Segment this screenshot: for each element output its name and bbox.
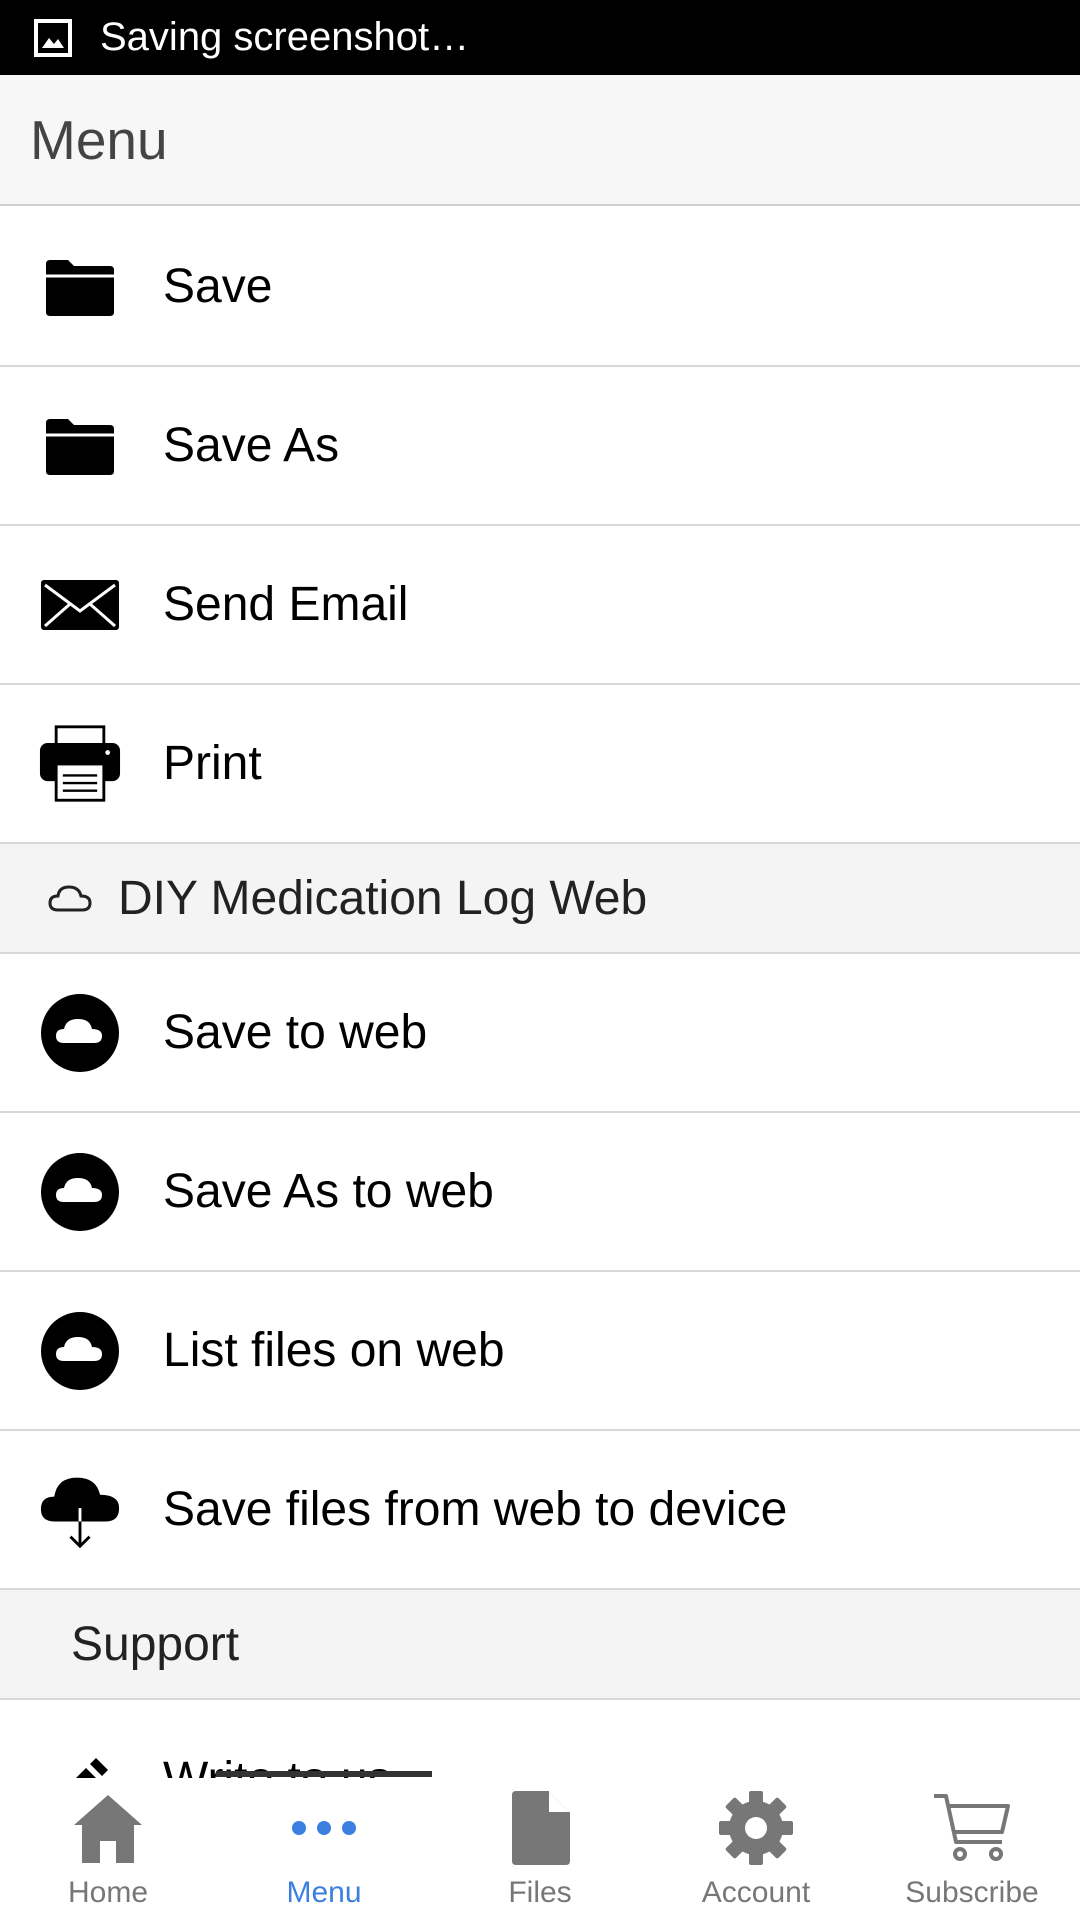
page-title: Menu	[30, 108, 168, 171]
menu-item-label: Save As	[163, 419, 340, 472]
tab-label: Home	[67, 1876, 149, 1909]
menu-item-label: Send Email	[163, 578, 409, 631]
menu-item-send-email[interactable]: Send Email	[0, 526, 1080, 685]
section-header-support: Support	[0, 1590, 1080, 1700]
menu-item-save-files-from-web[interactable]: Save files from web to device	[0, 1431, 1080, 1590]
cloud-circle-icon	[39, 1310, 121, 1392]
screenshot-icon	[34, 18, 72, 57]
menu-item-list-files-on-web[interactable]: List files on web	[0, 1272, 1080, 1431]
tab-label: Subscribe	[905, 1876, 1039, 1909]
tab-label: Files	[508, 1876, 572, 1909]
folder-icon	[39, 405, 121, 487]
more-dots-icon	[279, 1788, 369, 1868]
tab-subscribe[interactable]: Subscribe	[864, 1778, 1080, 1920]
menu-item-save-to-web[interactable]: Save to web	[0, 954, 1080, 1113]
status-bar: Saving screenshot…	[0, 0, 1080, 75]
status-notification: Saving screenshot…	[100, 15, 470, 59]
scroll-indicator	[216, 1771, 432, 1777]
menu-item-save-as[interactable]: Save As	[0, 367, 1080, 526]
cloud-outline-icon	[48, 885, 92, 912]
menu-item-label: Save As to web	[163, 1165, 494, 1218]
section-header-web: DIY Medication Log Web	[0, 844, 1080, 954]
menu-item-label: List files on web	[163, 1324, 505, 1377]
cloud-circle-icon	[39, 1151, 121, 1233]
cloud-download-icon	[39, 1469, 121, 1551]
pencil-icon	[39, 1739, 121, 1778]
menu-item-label: Save to web	[163, 1006, 428, 1059]
menu-item-save[interactable]: Save	[0, 208, 1080, 367]
tab-menu[interactable]: Menu	[216, 1778, 432, 1920]
page-header: Menu	[0, 75, 1080, 206]
menu-item-write-to-us[interactable]: Write to us	[0, 1700, 1080, 1778]
file-icon	[495, 1788, 585, 1868]
tab-home[interactable]: Home	[0, 1778, 216, 1920]
folder-icon	[39, 246, 121, 328]
cart-icon	[927, 1788, 1017, 1868]
gear-icon	[711, 1788, 801, 1868]
tab-account[interactable]: Account	[648, 1778, 864, 1920]
menu-item-label: Save	[163, 260, 273, 313]
menu-item-save-as-to-web[interactable]: Save As to web	[0, 1113, 1080, 1272]
cloud-circle-icon	[39, 992, 121, 1074]
section-label: Support	[71, 1617, 240, 1671]
home-icon	[63, 1788, 153, 1868]
printer-icon	[39, 723, 121, 805]
menu-list[interactable]: Save Save As Send Email Print DIY Medica…	[0, 208, 1080, 1778]
menu-item-label: Save files from web to device	[163, 1483, 788, 1536]
menu-item-print[interactable]: Print	[0, 685, 1080, 844]
envelope-icon	[39, 564, 121, 646]
section-label: DIY Medication Log Web	[118, 871, 648, 925]
tab-label: Menu	[286, 1876, 362, 1909]
tab-label: Account	[701, 1876, 811, 1909]
menu-item-label: Print	[163, 737, 262, 790]
tab-files[interactable]: Files	[432, 1778, 648, 1920]
bottom-tab-bar: Home Menu Files Account Subscribe	[0, 1778, 1080, 1920]
